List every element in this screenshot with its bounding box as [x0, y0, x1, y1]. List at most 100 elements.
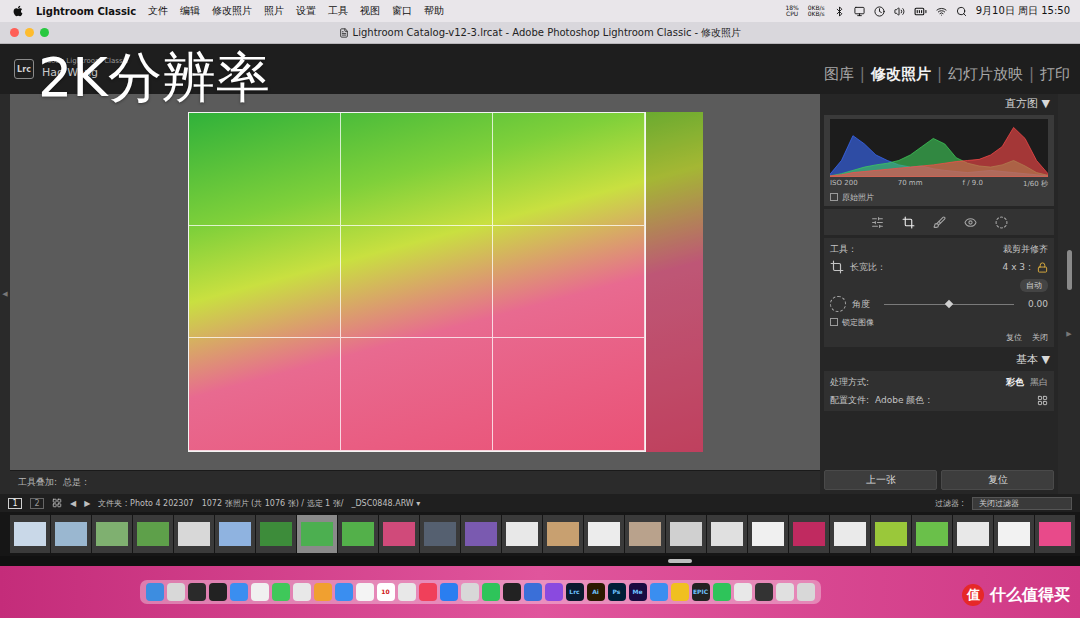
crop-frame[interactable]	[188, 112, 646, 452]
dock-app-icon[interactable]: Me	[629, 583, 647, 601]
treatment-option[interactable]: 黑白	[1030, 376, 1048, 389]
filmstrip-thumbnail[interactable]	[666, 515, 706, 553]
crop-action-button[interactable]: 关闭	[1032, 332, 1048, 343]
window-view-button[interactable]: 1	[8, 498, 22, 509]
red-eye-icon[interactable]	[964, 216, 977, 229]
battery-icon[interactable]	[914, 5, 927, 18]
lock-icon[interactable]	[1037, 262, 1048, 273]
crop-action-button[interactable]: 复位	[1006, 332, 1022, 343]
dock-app-icon[interactable]	[776, 583, 794, 601]
tool-button[interactable]	[995, 216, 1008, 229]
dock-app-icon[interactable]: Lrc	[566, 583, 584, 601]
original-photo-checkbox[interactable]: 原始照片	[830, 191, 1048, 203]
overlay-select[interactable]: 总是 :	[63, 476, 87, 489]
filmstrip-thumbnail[interactable]	[379, 515, 419, 553]
dock-app-icon[interactable]	[503, 583, 521, 601]
grid-icon[interactable]	[52, 498, 62, 508]
nav-arrow[interactable]: ▶	[84, 499, 90, 508]
network-meter[interactable]: 0KB/s0KB/s	[808, 5, 825, 18]
tool-button[interactable]	[871, 216, 884, 229]
filmstrip-thumbnail[interactable]	[871, 515, 911, 553]
dock-app-icon[interactable]: EPIC	[692, 583, 710, 601]
mask-icon[interactable]	[995, 216, 1008, 229]
dock-app-icon[interactable]	[797, 583, 815, 601]
heal-brush-icon[interactable]	[933, 216, 946, 229]
clock[interactable]: 9月10日 周日 15:50	[976, 4, 1070, 18]
module-link[interactable]: 打印	[1040, 65, 1070, 84]
dock-app-icon[interactable]	[461, 583, 479, 601]
volume-icon[interactable]	[894, 6, 905, 17]
menu-item[interactable]: 设置	[296, 4, 316, 18]
dock-app-icon[interactable]	[545, 583, 563, 601]
menu-item[interactable]: 文件	[148, 4, 168, 18]
filmstrip-thumbnail[interactable]	[543, 515, 583, 553]
menu-item[interactable]: 编辑	[180, 4, 200, 18]
dock-app-icon[interactable]	[314, 583, 332, 601]
filmstrip-thumbnail[interactable]	[502, 515, 542, 553]
nav-arrow[interactable]: ◀	[70, 499, 76, 508]
crop-icon[interactable]	[902, 216, 915, 229]
dock-app-icon[interactable]	[209, 583, 227, 601]
dock-app-icon[interactable]	[482, 583, 500, 601]
dock-app-icon[interactable]	[230, 583, 248, 601]
menu-item[interactable]: 视图	[360, 4, 380, 18]
dock-app-icon[interactable]	[188, 583, 206, 601]
filmstrip-thumbnail[interactable]	[51, 515, 91, 553]
filmstrip-thumbnail[interactable]	[830, 515, 870, 553]
menu-item[interactable]: 修改照片	[212, 4, 252, 18]
module-link[interactable]: 幻灯片放映	[948, 65, 1023, 84]
module-link[interactable]: 修改照片	[871, 65, 931, 84]
bluetooth-icon[interactable]	[834, 6, 845, 17]
dock-app-icon[interactable]	[755, 583, 773, 601]
display-icon[interactable]	[854, 6, 865, 17]
time-machine-icon[interactable]	[874, 6, 885, 17]
dock-app-icon[interactable]	[734, 583, 752, 601]
angle-slider[interactable]	[884, 304, 1014, 305]
filmstrip-thumbnail[interactable]	[625, 515, 665, 553]
dock-app-icon[interactable]	[650, 583, 668, 601]
filmstrip-thumbnail[interactable]	[953, 515, 993, 553]
left-panel-toggle[interactable]: ◀	[0, 94, 10, 494]
filmstrip-thumbnail[interactable]	[256, 515, 296, 553]
dock-app-icon[interactable]	[251, 583, 269, 601]
profile-select[interactable]: Adobe 颜色 :	[875, 394, 930, 407]
close-button[interactable]	[10, 28, 19, 37]
filmstrip-thumbnail[interactable]	[92, 515, 132, 553]
cpu-meter[interactable]: 18%CPU	[785, 5, 798, 18]
profile-browser-icon[interactable]	[1037, 395, 1048, 406]
filmstrip-thumbnail[interactable]	[748, 515, 788, 553]
filmstrip-thumbnail[interactable]	[338, 515, 378, 553]
file-name[interactable]: _DSC0848.ARW ▾	[351, 499, 420, 508]
menu-item[interactable]: 照片	[264, 4, 284, 18]
search-icon[interactable]	[956, 6, 967, 17]
filmstrip-scroll-thumb[interactable]	[668, 559, 692, 563]
dock-app-icon[interactable]	[146, 583, 164, 601]
filmstrip-thumbnail[interactable]	[133, 515, 173, 553]
filmstrip-thumbnail[interactable]	[1035, 515, 1075, 553]
dock-app-icon[interactable]	[398, 583, 416, 601]
dock-app-icon[interactable]	[713, 583, 731, 601]
dock-app-icon[interactable]	[440, 583, 458, 601]
menu-item[interactable]: 帮助	[424, 4, 444, 18]
aspect-select[interactable]: 4 x 3 :	[1003, 262, 1031, 272]
panel-scrollbar[interactable]	[1067, 250, 1072, 290]
filter-select[interactable]: 关闭过滤器	[972, 497, 1072, 510]
filmstrip-thumbnail[interactable]	[912, 515, 952, 553]
basic-header[interactable]: 基本▼	[824, 350, 1054, 368]
dock-app-icon[interactable]: Ai	[587, 583, 605, 601]
dock-app-icon[interactable]: 10	[377, 583, 395, 601]
apple-icon[interactable]	[12, 5, 24, 17]
minimize-button[interactable]	[25, 28, 34, 37]
menu-item[interactable]: 工具	[328, 4, 348, 18]
dock-app-icon[interactable]: Ps	[608, 583, 626, 601]
tool-button[interactable]	[964, 216, 977, 229]
zoom-button[interactable]	[40, 28, 49, 37]
auto-button[interactable]: 自动	[1020, 279, 1048, 292]
filmstrip-thumbnail[interactable]	[174, 515, 214, 553]
tool-button[interactable]	[902, 216, 915, 229]
wifi-icon[interactable]	[936, 6, 947, 17]
angle-dial-icon[interactable]	[830, 296, 846, 312]
dock-app-icon[interactable]	[293, 583, 311, 601]
right-panel-toggle[interactable]: ▶	[1066, 330, 1071, 338]
sliders-icon[interactable]	[871, 216, 884, 229]
